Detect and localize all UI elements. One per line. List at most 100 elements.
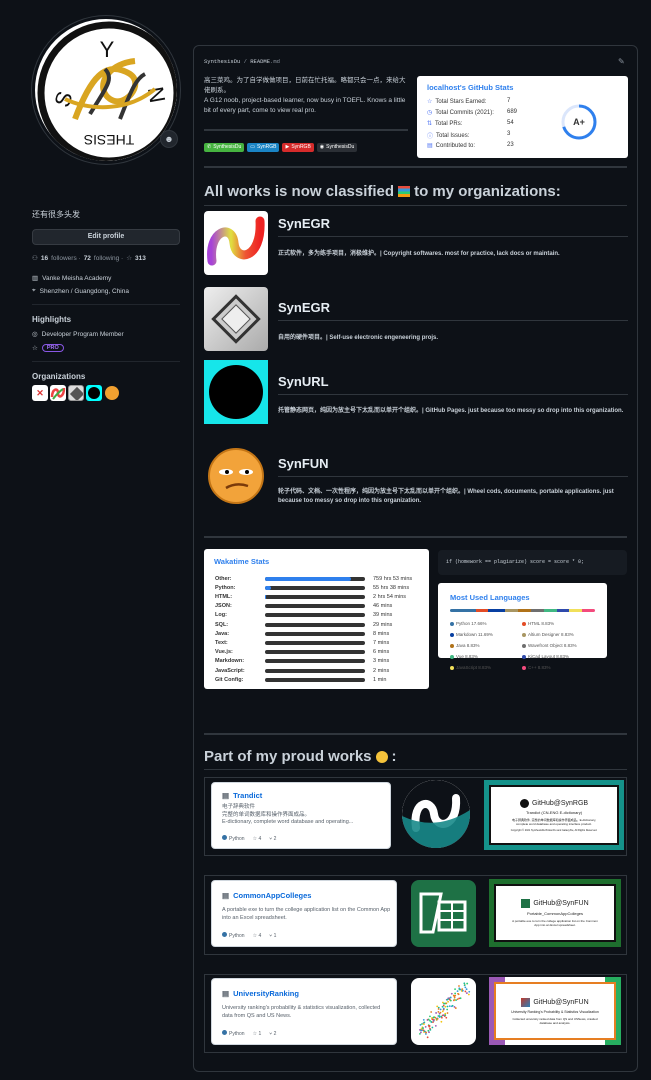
sidebar-divider bbox=[32, 361, 180, 362]
bilibili-badge[interactable]: ▭ SynRGB bbox=[247, 143, 280, 152]
language-segment bbox=[530, 609, 544, 612]
org-name[interactable]: SynFUN bbox=[278, 456, 329, 471]
code-snippet: if (homework == plagiarize) score = scor… bbox=[438, 550, 627, 575]
languages-card[interactable]: Most Used Languages Python 17.66% HTML 8.… bbox=[438, 583, 607, 670]
wakatime-bar bbox=[265, 640, 365, 645]
gh-stat-label: Total Issues: bbox=[436, 132, 470, 139]
language-legend-item: JavaScript 8.83% bbox=[450, 665, 491, 670]
banner-text: 电子辞典软件, 完整的单词数据库和操作界面成品。E-dictionary, co… bbox=[511, 817, 597, 826]
repo-stars[interactable]: ☆ 1 bbox=[253, 1031, 262, 1037]
repo-stars[interactable]: ☆ 4 bbox=[253, 933, 262, 939]
language-dot bbox=[450, 654, 454, 659]
readme-path: SynthesisDu / README.md bbox=[204, 58, 280, 65]
wakatime-row: Git Config: 1 min bbox=[215, 675, 425, 684]
synegr-hardware-logo[interactable] bbox=[204, 287, 268, 351]
language-legend-item: Wavefront Object 8.83% bbox=[522, 643, 577, 648]
gh-stat-label: Total Stars Earned: bbox=[435, 98, 487, 105]
org-avatar-1[interactable]: ✕ bbox=[32, 385, 48, 401]
wakatime-bar bbox=[265, 659, 365, 664]
repo-icon: ▤ bbox=[427, 143, 433, 149]
readme-file-name: README bbox=[250, 58, 271, 65]
github-badge[interactable]: ◉ SynthesisDu bbox=[316, 143, 358, 152]
repo-name[interactable]: ▤ CommonAppColleges bbox=[222, 891, 311, 900]
repo-card-universityranking[interactable]: ▤ UniversityRanking University ranking's … bbox=[211, 978, 397, 1045]
youtube-badge[interactable]: ▶ SynRGB bbox=[282, 143, 314, 152]
repo-stars[interactable]: ☆ 4 bbox=[253, 836, 262, 842]
org-avatar-synegr[interactable] bbox=[50, 385, 66, 401]
language-label: Vue 8.83% bbox=[456, 654, 478, 659]
play-icon: ▶ bbox=[285, 144, 290, 150]
wakatime-bar bbox=[265, 622, 365, 627]
org-avatar-hardware[interactable] bbox=[68, 385, 84, 401]
repo-card-trandict[interactable]: ▤ Trandict 电子辞典软件 完整的单词数据库和操作界面成品。 E-dict… bbox=[211, 782, 391, 849]
smiling-face-icon bbox=[375, 750, 388, 763]
org-separator bbox=[278, 236, 628, 237]
repo-language: Python bbox=[222, 932, 245, 939]
trandict-banner[interactable]: GitHub@SynRGB Trandict (CN-ENG E-diction… bbox=[484, 780, 624, 850]
org-name[interactable]: SynEGR bbox=[278, 300, 330, 315]
following-count[interactable]: 72 bbox=[84, 255, 91, 262]
language-legend-item: Java 8.83% bbox=[450, 643, 480, 648]
wakatime-language: Text: bbox=[215, 639, 228, 646]
language-dot bbox=[222, 932, 227, 937]
wakatime-bar bbox=[265, 576, 365, 581]
profile-location: ⌖ Shenzhen / Guangdong, China bbox=[32, 287, 129, 295]
org-separator bbox=[278, 320, 628, 321]
edit-profile-button[interactable]: Edit profile bbox=[32, 229, 180, 245]
repo-language: Python bbox=[222, 835, 245, 842]
gh-stat-row: ☆ Total Stars Earned: 7 bbox=[427, 98, 547, 105]
synfun-logo[interactable] bbox=[204, 444, 268, 508]
status-emoji-icon[interactable]: ☻ bbox=[160, 130, 178, 148]
repo-forks[interactable]: ⑂ 2 bbox=[269, 1031, 276, 1037]
language-label: C++ 8.83% bbox=[528, 665, 551, 670]
banner-subtitle: University Ranking's Probability & Stati… bbox=[511, 1009, 599, 1014]
wakatime-time: 2 hrs 54 mins bbox=[373, 593, 407, 600]
language-dot bbox=[450, 632, 454, 637]
universityranking-banner[interactable]: GitHub@SynFUN University Ranking's Proba… bbox=[489, 977, 621, 1045]
repo-card-commonappcolleges[interactable]: ▤ CommonAppColleges A portable exe to tur… bbox=[211, 880, 397, 947]
trandict-logo[interactable] bbox=[402, 780, 470, 848]
profile-avatar[interactable]: Y S N THESIS bbox=[32, 16, 180, 164]
following-label[interactable]: following · bbox=[94, 255, 123, 262]
synurl-logo[interactable] bbox=[204, 360, 268, 424]
github-icon: ◉ bbox=[319, 144, 325, 150]
developer-program-item[interactable]: ◎ Developer Program Member bbox=[32, 330, 124, 339]
org-avatar-synfun[interactable] bbox=[104, 385, 120, 401]
followers-label[interactable]: followers · bbox=[51, 255, 81, 262]
wakatime-card[interactable]: Wakatime Stats Other: 759 hrs 53 mins Pyth… bbox=[204, 549, 429, 689]
org-name[interactable]: SynURL bbox=[278, 374, 329, 389]
repo-description: University ranking's probability & stati… bbox=[222, 1005, 381, 1019]
repo-name[interactable]: ▤ UniversityRanking bbox=[222, 989, 299, 998]
stars-count[interactable]: 313 bbox=[135, 255, 146, 262]
proud-heading: Part of my proud works : bbox=[204, 748, 397, 765]
commonapp-excel-logo[interactable] bbox=[411, 880, 476, 947]
wakatime-bar bbox=[265, 594, 365, 599]
banner-title: GitHub@SynFUN bbox=[533, 900, 589, 907]
repo-forks[interactable]: ⑂ 1 bbox=[269, 933, 276, 939]
universityranking-logo[interactable] bbox=[411, 978, 476, 1045]
readme-user-link[interactable]: SynthesisDu bbox=[204, 58, 240, 65]
org-avatar-synurl[interactable] bbox=[86, 385, 102, 401]
people-icon: ⚇ bbox=[32, 255, 38, 262]
wakatime-title: Wakatime Stats bbox=[214, 557, 270, 566]
org-separator bbox=[278, 476, 628, 477]
github-stats-card[interactable]: localhost's GitHub Stats ☆ Total Stars Ea… bbox=[417, 76, 628, 158]
repo-name[interactable]: ▤ Trandict bbox=[222, 791, 262, 800]
banner-text: A portable exe to turn the college appli… bbox=[512, 919, 598, 927]
language-text: Python bbox=[229, 1031, 245, 1037]
language-label: Java 8.83% bbox=[456, 643, 480, 648]
repo-desc-cn2: 完整的单词数据库和操作界面成品。 bbox=[222, 811, 311, 818]
synegr-logo[interactable] bbox=[204, 211, 268, 275]
commonapp-banner[interactable]: GitHub@SynFUN Portable_CommonAppColleges… bbox=[489, 879, 621, 947]
repo-forks[interactable]: ⑂ 2 bbox=[269, 836, 276, 842]
path-separator: / bbox=[240, 58, 251, 65]
gh-stats-title: localhost's GitHub Stats bbox=[427, 83, 514, 92]
wechat-badge[interactable]: ✆ SynthesisDu bbox=[204, 143, 245, 152]
org-description: 托管静态网页，纯因为放主号下太乱而以单开个组织。| GitHub Pages. … bbox=[278, 408, 624, 414]
star-icon: ☆ bbox=[32, 345, 38, 352]
org-name[interactable]: SynEGR bbox=[278, 216, 330, 231]
pro-badge: PRO bbox=[41, 344, 64, 352]
wakatime-time: 29 mins bbox=[373, 621, 393, 628]
pencil-icon[interactable]: ✎ bbox=[618, 57, 625, 66]
followers-count[interactable]: 16 bbox=[41, 255, 48, 262]
